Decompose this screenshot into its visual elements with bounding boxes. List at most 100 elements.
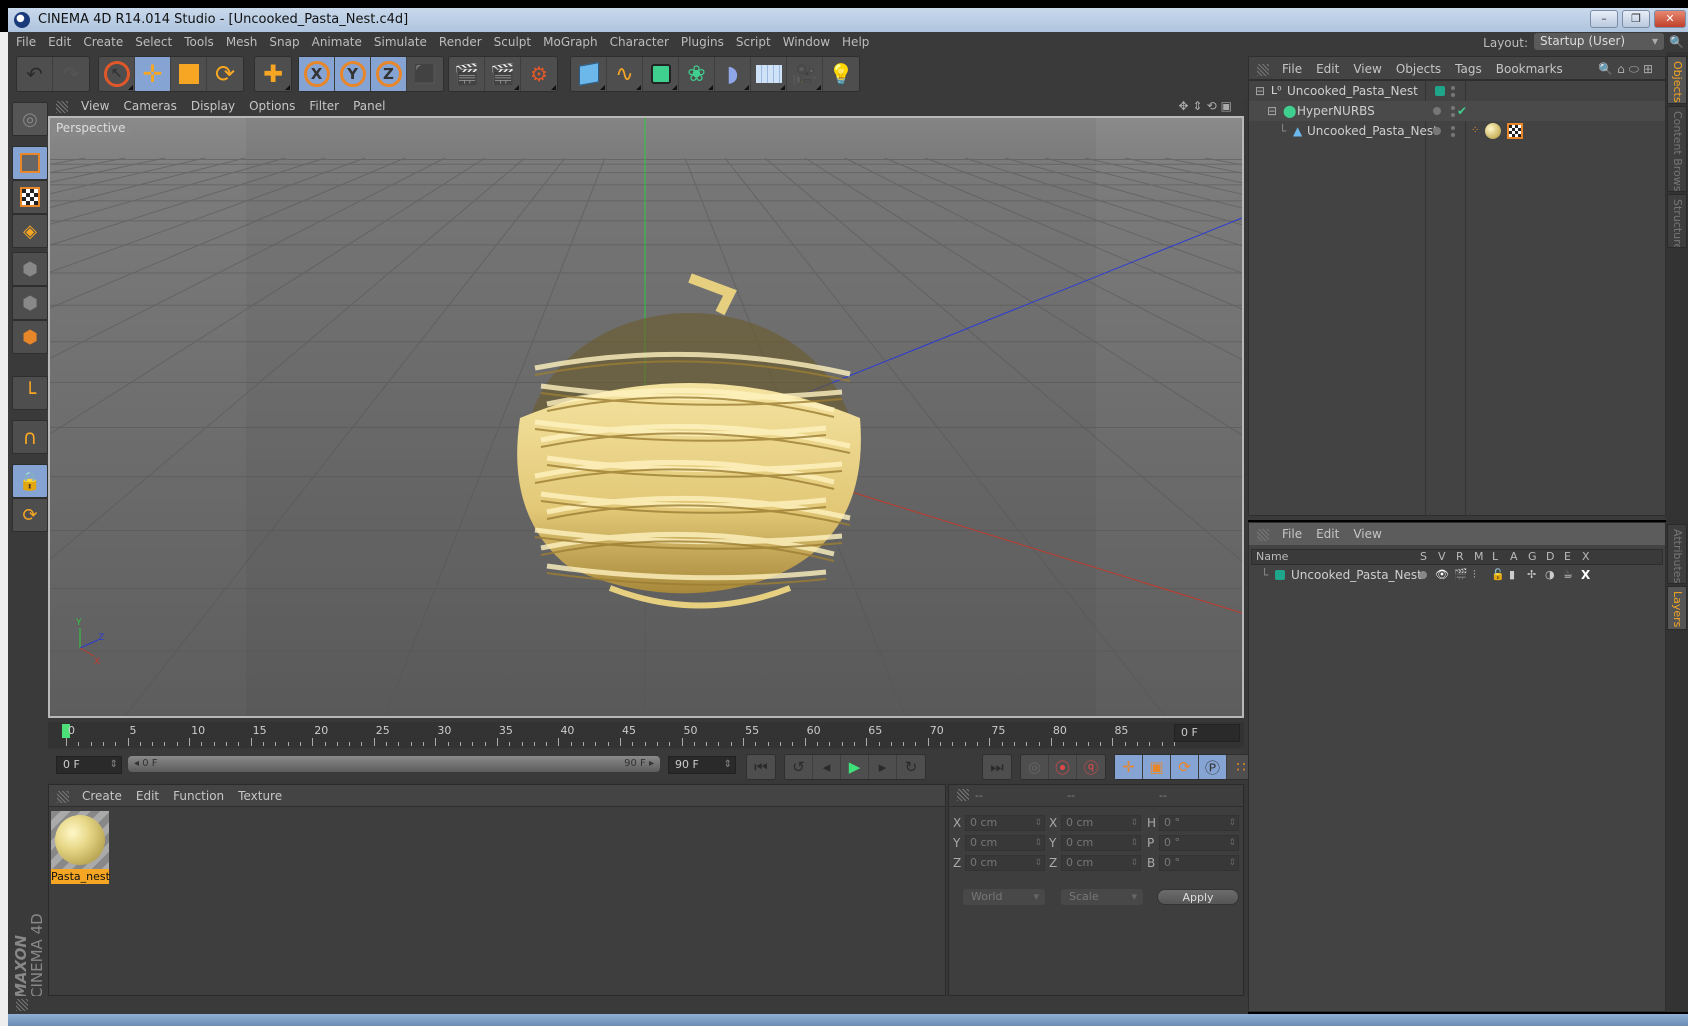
menu-simulate[interactable]: Simulate <box>368 32 433 52</box>
planar-workplane-icon[interactable]: ⟳ <box>12 498 48 532</box>
key-scale-icon[interactable]: ▣ <box>1143 755 1171 779</box>
phong-tag-icon[interactable]: ⁘ <box>1471 121 1479 141</box>
make-editable-icon[interactable]: ◎ <box>12 102 48 136</box>
manager-tree-icon[interactable]: ⫶ <box>1473 566 1476 584</box>
previous-key-icon[interactable]: ↺ <box>785 755 813 779</box>
col-view[interactable]: V <box>1438 550 1446 564</box>
size-y-field[interactable]: 0 cm <box>1061 835 1141 851</box>
spline-icon[interactable]: ∿ <box>607 57 643 91</box>
nurbs-icon[interactable] <box>643 57 679 91</box>
move-icon[interactable]: ✛ <box>135 57 171 91</box>
layer-dot[interactable] <box>1433 107 1441 115</box>
menu-select[interactable]: Select <box>129 32 178 52</box>
maximize-view-icon[interactable]: ▣ <box>1221 99 1236 113</box>
object-menu-bookmarks[interactable]: Bookmarks <box>1489 57 1570 81</box>
animation-filmstrip-icon[interactable]: ▮ <box>1509 566 1515 584</box>
eye-icon[interactable]: ⬭ <box>1629 62 1643 76</box>
render-to-picture-viewer-icon[interactable]: 🎬 <box>485 57 521 91</box>
panel-grip-icon[interactable] <box>1257 63 1269 76</box>
object-menu-view[interactable]: View <box>1346 57 1388 81</box>
menu-file[interactable]: File <box>8 32 42 52</box>
menu-edit[interactable]: Edit <box>42 32 77 52</box>
col-name[interactable]: Name <box>1256 550 1288 564</box>
next-key-icon[interactable]: ↻ <box>897 755 925 779</box>
menu-sculpt[interactable]: Sculpt <box>488 32 537 52</box>
tab-content-browser[interactable]: Content Browser <box>1667 106 1687 192</box>
viewport-menu-view[interactable]: View <box>74 96 116 116</box>
pos-x-field[interactable]: 0 cm <box>965 815 1045 831</box>
render-settings-icon[interactable]: ⚙ <box>521 57 557 91</box>
col-expressions[interactable]: E <box>1564 550 1571 564</box>
tab-layers[interactable]: Layers <box>1667 586 1687 630</box>
object-menu-tags[interactable]: Tags <box>1448 57 1489 81</box>
scale-icon[interactable] <box>171 57 207 91</box>
menu-tools[interactable]: Tools <box>178 32 220 52</box>
solo-toggle[interactable] <box>1419 571 1427 579</box>
key-position-icon[interactable]: ✛ <box>1115 755 1143 779</box>
search-icon[interactable]: 🔍 <box>1669 32 1684 52</box>
layer-row[interactable]: └ Uncooked_Pasta_Nest 👁 🎬 ⫶ 🔓 ▮ ✢ ◑ ☕ X <box>1251 566 1663 584</box>
redo-icon[interactable]: ↷ <box>53 57 89 91</box>
tree-item-null[interactable]: ⊟ L⁰ Uncooked_Pasta_Nest <box>1249 81 1665 101</box>
floor-icon[interactable] <box>751 57 787 91</box>
snap-magnet-icon[interactable]: ∩ <box>12 420 48 454</box>
next-frame-icon[interactable]: ▸ <box>869 755 897 779</box>
menu-snap[interactable]: Snap <box>263 32 305 52</box>
render-visibility-dot[interactable] <box>1451 133 1455 137</box>
editor-visibility-dot[interactable] <box>1451 126 1455 130</box>
layer-menu-edit[interactable]: Edit <box>1309 523 1346 545</box>
col-render[interactable]: R <box>1456 550 1464 564</box>
restore-button[interactable]: ❐ <box>1622 10 1650 28</box>
play-icon[interactable]: ▶ <box>841 755 869 779</box>
menu-create[interactable]: Create <box>77 32 129 52</box>
panel-grip-icon[interactable] <box>56 100 68 113</box>
previous-frame-icon[interactable]: ◂ <box>813 755 841 779</box>
material-tag-icon[interactable] <box>1485 123 1501 139</box>
layer-dot[interactable] <box>1433 127 1441 135</box>
cube-icon[interactable] <box>571 57 607 91</box>
record-active-objects-icon[interactable]: ⦿ <box>1049 755 1077 779</box>
home-icon[interactable]: ⌂ <box>1617 62 1629 76</box>
layer-color-swatch[interactable] <box>1275 570 1285 580</box>
motion-record-icon[interactable]: ◎ <box>1021 755 1049 779</box>
menu-help[interactable]: Help <box>836 32 875 52</box>
panel-grip-icon[interactable] <box>57 790 69 803</box>
col-animation[interactable]: A <box>1510 550 1518 564</box>
collapse-icon[interactable]: ⊟ <box>1267 101 1277 121</box>
points-mode-icon[interactable]: ⬢ <box>12 252 48 286</box>
light-icon[interactable]: 💡 <box>823 57 859 91</box>
rot-p-field[interactable]: 0 ° <box>1159 835 1239 851</box>
expression-cup-icon[interactable]: ☕ <box>1563 566 1573 584</box>
material-pasta-nest[interactable]: Pasta_nest <box>51 811 110 885</box>
editor-visibility-dot[interactable] <box>1451 86 1455 90</box>
viewport-menu-display[interactable]: Display <box>184 96 242 116</box>
viewport-menu-panel[interactable]: Panel <box>346 96 392 116</box>
xref-icon[interactable]: X <box>1581 566 1590 584</box>
x-axis-lock-icon[interactable]: X <box>299 57 335 91</box>
coordinate-space-dropdown[interactable]: World <box>963 889 1045 905</box>
orbit-icon[interactable]: ⟲ <box>1207 99 1221 113</box>
pos-y-field[interactable]: 0 cm <box>965 835 1045 851</box>
layer-color-icon[interactable] <box>1435 86 1445 96</box>
layer-menu-file[interactable]: File <box>1275 523 1309 545</box>
material-menu-create[interactable]: Create <box>75 785 129 807</box>
camera-icon[interactable]: 🎥 <box>787 57 823 91</box>
recent-tool-icon[interactable]: ✚ <box>255 57 291 91</box>
viewport-menu-cameras[interactable]: Cameras <box>116 96 183 116</box>
undo-icon[interactable]: ↶ <box>17 57 53 91</box>
texture-mode-icon[interactable] <box>12 180 48 214</box>
preview-range-slider[interactable]: ◂ 0 F 90 F ▸ <box>128 756 660 772</box>
menu-animate[interactable]: Animate <box>306 32 368 52</box>
tab-attributes[interactable]: Attributes <box>1667 524 1687 584</box>
menu-render[interactable]: Render <box>433 32 488 52</box>
menu-character[interactable]: Character <box>604 32 675 52</box>
tree-item-polygon[interactable]: └ ▲ Uncooked_Pasta_Nest ⁘ <box>1249 121 1665 141</box>
live-selection-icon[interactable]: ↖ <box>99 57 135 91</box>
tab-structure[interactable]: Structure <box>1667 194 1687 248</box>
lock-icon[interactable]: 🔓 <box>1491 566 1505 584</box>
goto-end-icon[interactable]: ⏭ <box>983 755 1011 779</box>
rot-b-field[interactable]: 0 ° <box>1159 855 1239 871</box>
key-rotation-icon[interactable]: ⟳ <box>1171 755 1199 779</box>
pan-icon[interactable]: ✥ <box>1178 99 1192 113</box>
apply-button[interactable]: Apply <box>1157 889 1239 905</box>
